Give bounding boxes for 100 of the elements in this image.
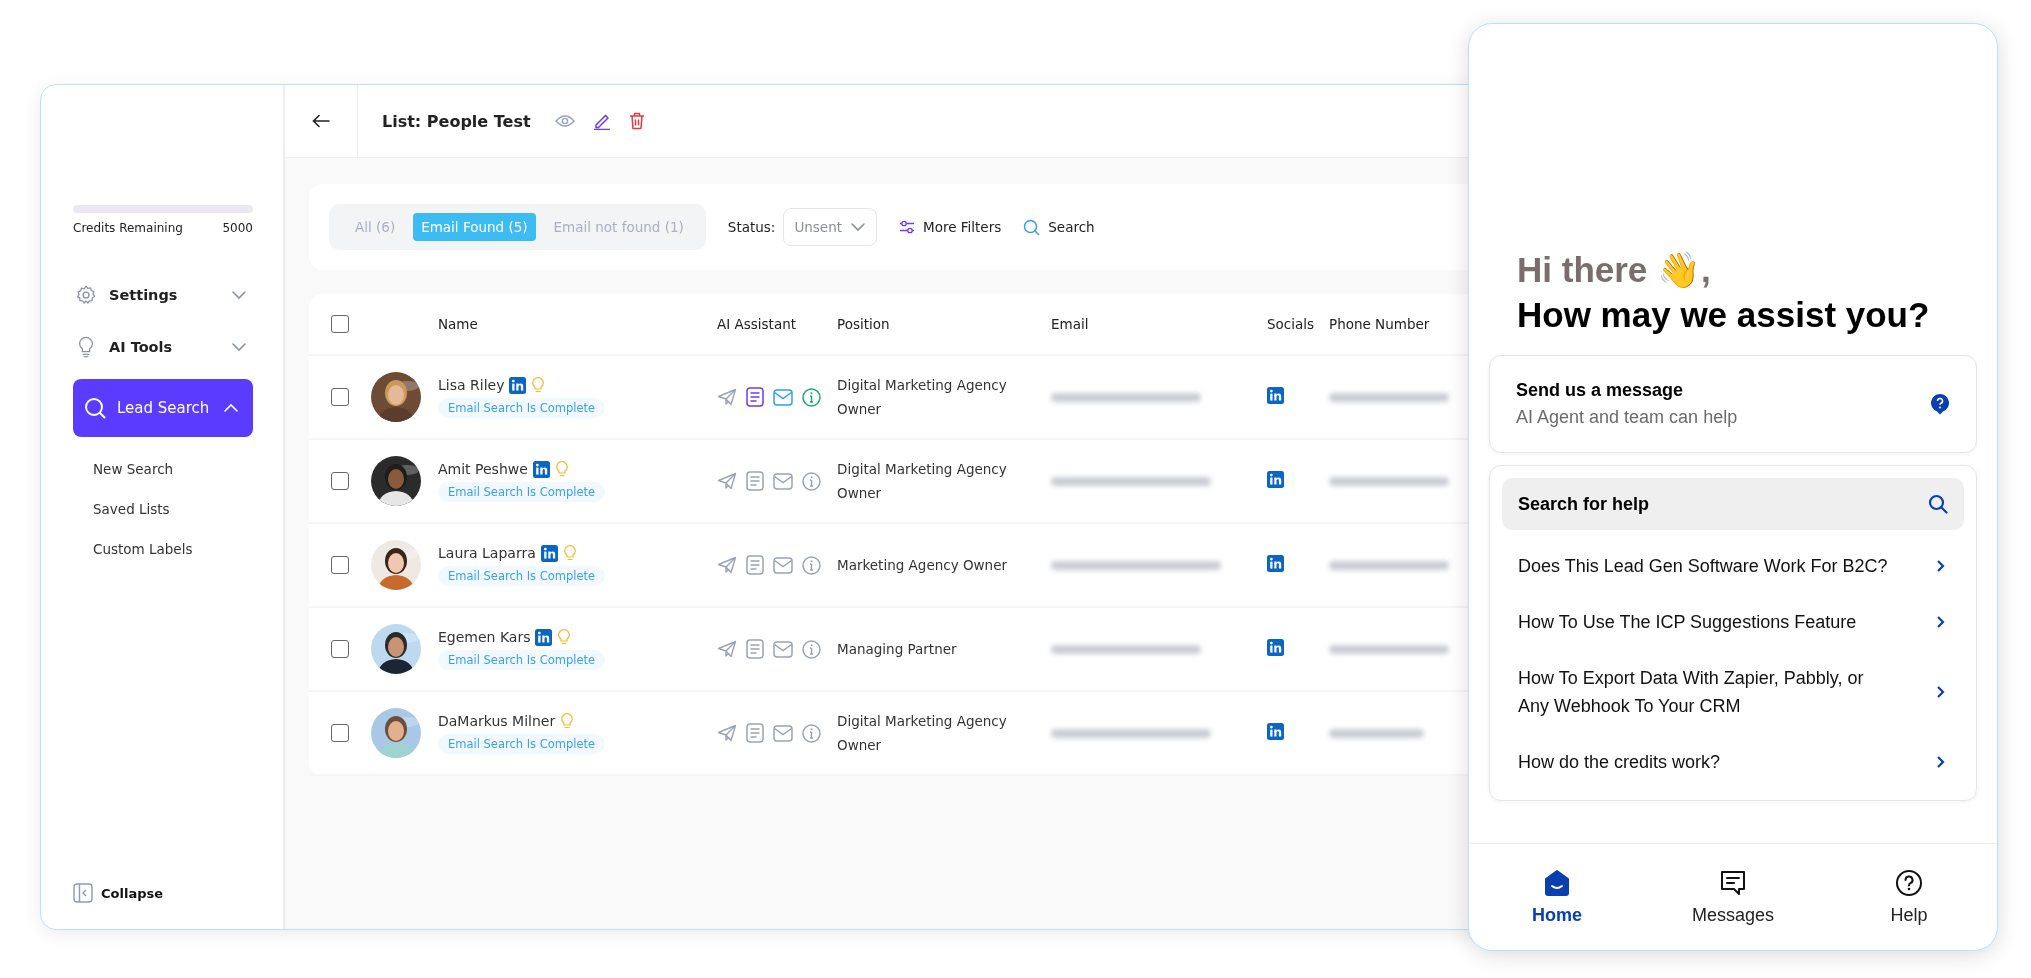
- linkedin-icon[interactable]: [1267, 555, 1284, 572]
- chevron-down-icon: [231, 290, 247, 300]
- mail-icon[interactable]: [773, 640, 793, 658]
- status-badge: Email Search Is Complete: [438, 649, 606, 670]
- chevron-down-icon: [231, 342, 247, 352]
- help-article-link[interactable]: Does This Lead Gen Software Work For B2C?: [1502, 538, 1964, 594]
- linkedin-icon[interactable]: [1267, 387, 1284, 404]
- help-article-link[interactable]: How To Use The ICP Suggestions Feature: [1502, 594, 1964, 650]
- linkedin-icon[interactable]: [1267, 639, 1284, 656]
- collapse-button[interactable]: Collapse: [73, 883, 253, 903]
- mail-icon[interactable]: [773, 472, 793, 490]
- chevron-right-icon: [1936, 559, 1946, 573]
- lightbulb-icon: [531, 376, 546, 394]
- trash-icon[interactable]: [628, 112, 645, 130]
- checkbox[interactable]: [331, 724, 349, 742]
- lightbulb-icon: [557, 628, 572, 646]
- mail-icon[interactable]: [773, 556, 793, 574]
- search-icon: [1928, 494, 1948, 514]
- linkedin-icon[interactable]: [1267, 471, 1284, 488]
- position-text: Digital Marketing Agency Owner: [837, 460, 1008, 503]
- checkbox[interactable]: [331, 556, 349, 574]
- settings-icon: [75, 284, 97, 306]
- send-icon[interactable]: [717, 388, 737, 406]
- lightbulb-icon: [554, 460, 569, 478]
- sliders-icon: [899, 220, 916, 234]
- status-badge: Email Search Is Complete: [438, 733, 606, 754]
- bottom-nav-tab[interactable]: Home: [1469, 844, 1645, 950]
- greeting: Hi there 👋,: [1516, 250, 1712, 291]
- person-name: Egemen Kars: [438, 629, 531, 645]
- lightbulb-icon: [562, 544, 577, 562]
- status-badge: Email Search Is Complete: [438, 481, 606, 502]
- bottom-nav-tab[interactable]: Help: [1821, 844, 1997, 950]
- document-icon[interactable]: [746, 555, 764, 575]
- send-message-card[interactable]: Send us a message AI Agent and team can help: [1489, 355, 1977, 453]
- search-help-field[interactable]: Search for help: [1502, 478, 1964, 530]
- send-icon[interactable]: [717, 556, 737, 574]
- status-badge: Email Search Is Complete: [438, 565, 606, 586]
- sub-nav-item[interactable]: New Search: [93, 449, 253, 489]
- checkbox[interactable]: [331, 388, 349, 406]
- chevron-up-icon: [223, 403, 239, 413]
- sub-nav-item[interactable]: Custom Labels: [93, 529, 253, 569]
- document-icon[interactable]: [746, 723, 764, 743]
- search-icon: [1023, 218, 1041, 236]
- info-icon[interactable]: [802, 387, 821, 407]
- mail-icon[interactable]: [773, 388, 793, 406]
- column-header: Socials: [1267, 316, 1316, 332]
- status-badge: Email Search Is Complete: [438, 397, 606, 418]
- document-icon[interactable]: [746, 639, 764, 659]
- info-icon[interactable]: [802, 471, 821, 491]
- column-header: Phone Number: [1329, 316, 1431, 332]
- send-icon[interactable]: [717, 640, 737, 658]
- position-text: Managing Partner: [837, 640, 958, 659]
- sub-nav-item[interactable]: Saved Lists: [93, 489, 253, 529]
- help-title: How may we assist you?: [1516, 295, 1931, 335]
- document-icon[interactable]: [746, 387, 764, 407]
- search-icon: [83, 396, 107, 420]
- help-icon: [1895, 868, 1923, 897]
- info-icon[interactable]: [802, 639, 821, 659]
- info-icon[interactable]: [802, 555, 821, 575]
- checkbox[interactable]: [331, 472, 349, 490]
- help-article-link[interactable]: How do the credits work?: [1502, 734, 1964, 790]
- person-name: DaMarkus Milner: [438, 713, 556, 729]
- mail-icon[interactable]: [773, 724, 793, 742]
- status-label: Status:: [727, 219, 776, 235]
- eye-icon[interactable]: [554, 114, 575, 128]
- lightbulb-icon: [560, 712, 575, 730]
- send-icon[interactable]: [717, 724, 737, 742]
- nav-item[interactable]: AI Tools: [73, 321, 253, 373]
- chevron-right-icon: [1936, 685, 1946, 699]
- bottom-nav-tab[interactable]: Messages: [1645, 844, 1821, 950]
- nav-item[interactable]: Settings: [73, 269, 253, 321]
- person-name: Laura Laparra: [438, 545, 536, 561]
- info-icon[interactable]: [802, 723, 821, 743]
- linkedin-icon[interactable]: [1267, 723, 1284, 740]
- collapse-icon: [73, 883, 93, 903]
- more-filters-button[interactable]: More Filters: [899, 219, 1002, 235]
- credits-label: Credits Remaining: [73, 221, 183, 235]
- column-header: Name: [438, 316, 479, 332]
- column-header: AI Assistant: [717, 316, 797, 332]
- nav-item[interactable]: Lead Search: [73, 379, 253, 437]
- position-text: Digital Marketing Agency Owner: [837, 712, 1008, 755]
- checkbox[interactable]: [331, 315, 349, 333]
- position-text: Digital Marketing Agency Owner: [837, 376, 1008, 419]
- question-bubble-icon: [1930, 393, 1950, 415]
- help-article-link[interactable]: How To Export Data With Zapier, Pabbly, or Any Webhook To Your CRM: [1502, 650, 1964, 734]
- checkbox[interactable]: [331, 640, 349, 658]
- person-name: Lisa Riley: [438, 377, 505, 393]
- list-title: List: People Test: [382, 111, 531, 131]
- message-icon: [1719, 868, 1747, 897]
- pencil-icon[interactable]: [592, 112, 611, 130]
- document-icon[interactable]: [746, 471, 764, 491]
- chevron-right-icon: [1936, 615, 1946, 629]
- home-icon: [1543, 868, 1571, 897]
- column-header: Position: [837, 316, 891, 332]
- chevron-right-icon: [1936, 755, 1946, 769]
- back-arrow-icon[interactable]: [312, 114, 330, 128]
- search-button[interactable]: Search: [1023, 218, 1095, 236]
- send-icon[interactable]: [717, 472, 737, 490]
- column-header: Email: [1051, 316, 1090, 332]
- credits-value: 5000: [222, 221, 253, 235]
